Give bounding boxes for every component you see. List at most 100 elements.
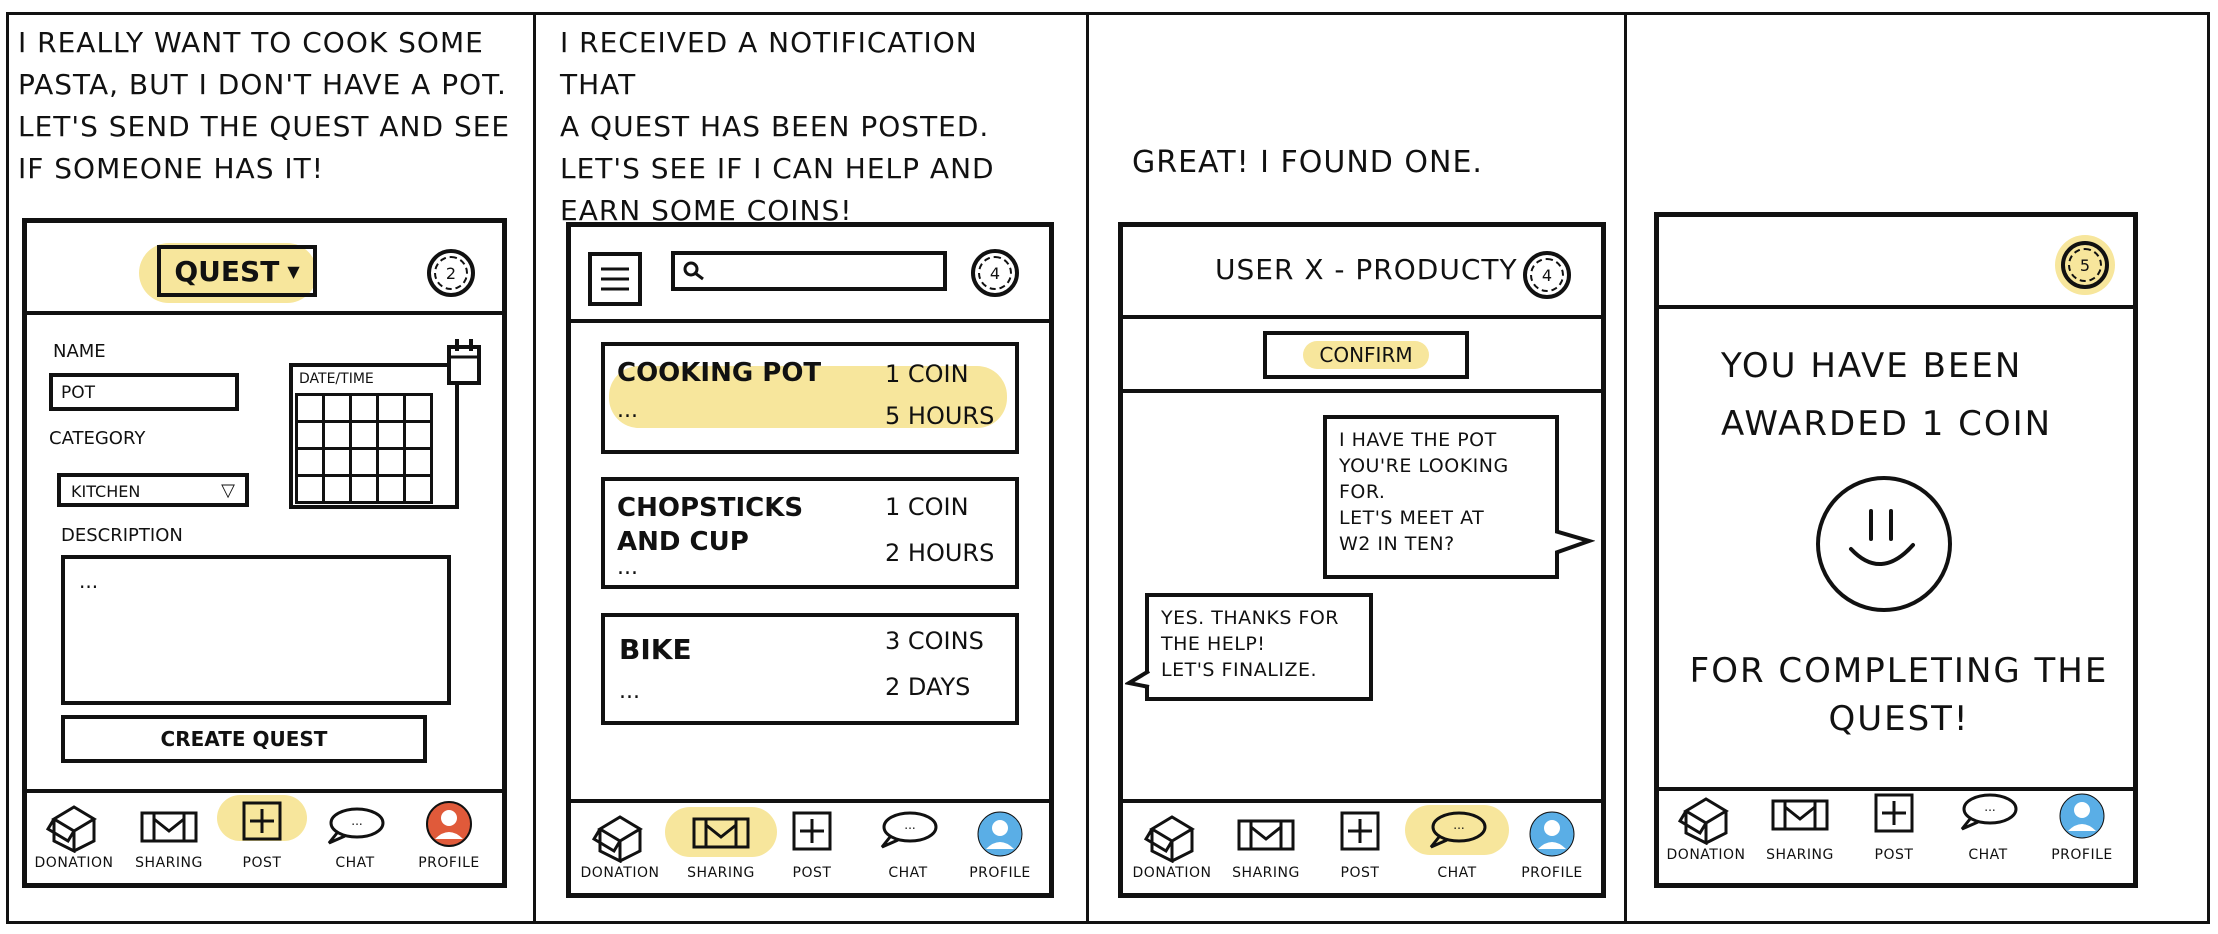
chat-bubble-icon: ... (1429, 811, 1487, 849)
nav-post-label: POST (242, 855, 282, 871)
svg-text:...: ... (351, 814, 362, 828)
share-bench-icon (140, 811, 198, 843)
quest-type-dropdown[interactable]: QUEST ▼ (157, 245, 317, 297)
bottom-nav: DONATION SHARING POST ... CHAT PROFILE (571, 803, 1049, 893)
nav-profile[interactable]: PROFILE (2037, 785, 2127, 881)
nav-sharing-label: SHARING (1766, 847, 1834, 863)
nav-profile[interactable]: PROFILE (955, 803, 1045, 899)
message-outgoing: I have the pot you're looking for. Let's… (1323, 415, 1559, 579)
nav-donation[interactable]: DONATION (1127, 803, 1217, 899)
bubble-tail (1125, 669, 1151, 689)
award-message-quest: FOR COMPLETING THE QUEST! (1689, 651, 2109, 739)
nav-post[interactable]: POST (1849, 785, 1939, 881)
nav-post[interactable]: POST (767, 803, 857, 899)
nav-donation[interactable]: DONATION (575, 803, 665, 899)
search-input[interactable] (671, 251, 947, 291)
date-time-label: DATE/TIME (299, 371, 374, 387)
phone-quest-list: 4 COOKING POT 1 COIN ... 5 HOURS CHOPSTI… (566, 222, 1054, 898)
nav-profile[interactable]: PROFILE (404, 793, 494, 889)
calendar-icon[interactable] (445, 335, 485, 393)
header-divider (1659, 305, 2133, 309)
coin-icon: 2 (434, 256, 468, 290)
quest-reward: 1 COIN (885, 493, 969, 521)
nav-sharing-label: SHARING (687, 865, 755, 881)
plus-square-icon (792, 811, 832, 851)
quest-card[interactable]: COOKING POT 1 COIN ... 5 HOURS (601, 342, 1019, 454)
quest-reward: 3 COINS (885, 627, 984, 655)
nav-profile-label: PROFILE (2051, 847, 2113, 863)
nav-chat[interactable]: ... CHAT (863, 803, 953, 899)
plus-square-icon (242, 801, 282, 841)
nav-sharing-label: SHARING (135, 855, 203, 871)
plus-square-icon (1340, 811, 1380, 851)
nav-donation[interactable]: DONATION (1661, 785, 1751, 881)
coin-count: 2 (445, 263, 457, 283)
category-label: CATEGORY (49, 428, 146, 449)
nav-chat[interactable]: ... CHAT (1943, 785, 2033, 881)
nav-profile[interactable]: PROFILE (1507, 803, 1597, 899)
nav-sharing[interactable]: SHARING (1755, 785, 1845, 881)
box-icon (1143, 815, 1195, 863)
header-divider (27, 311, 502, 315)
nav-sharing[interactable]: SHARING (124, 793, 214, 889)
nav-profile-label: PROFILE (418, 855, 480, 871)
box-icon (1677, 797, 1729, 845)
date-time-picker[interactable]: DATE/TIME (289, 363, 459, 509)
caret-down-icon: ▼ (287, 261, 300, 281)
name-field-value: POT (61, 383, 96, 403)
description-field[interactable]: ... (61, 555, 451, 705)
nav-donation-label: DONATION (1132, 865, 1212, 881)
chat-bubble-icon: ... (880, 811, 938, 849)
nav-sharing[interactable]: SHARING (1221, 803, 1311, 899)
quest-card[interactable]: BIKE 3 COINS ... 2 DAYS (601, 613, 1019, 725)
chat-bubble-icon: ... (1960, 793, 2018, 831)
coin-counter: 4 (1523, 251, 1571, 299)
share-bench-icon (692, 817, 750, 849)
nav-chat-label: CHAT (888, 865, 928, 881)
panel-divider (533, 12, 536, 924)
nav-sharing[interactable]: SHARING (665, 803, 777, 899)
chat-title: USER X - PRODUCTY (1215, 253, 1518, 286)
phone-quest-form: QUEST ▼ 2 NAME POT CATEGORY KITCHEN ▽ DE… (22, 218, 507, 888)
coin-icon: 4 (1530, 258, 1564, 292)
phone-chat: USER X - PRODUCTY 4 CONFIRM I have the p… (1118, 222, 1606, 898)
nav-donation-label: DONATION (1666, 847, 1746, 863)
quest-title: COOKING POT (617, 358, 822, 388)
coin-count: 4 (1541, 265, 1553, 285)
nav-profile-label: PROFILE (1521, 865, 1583, 881)
nav-chat[interactable]: ... CHAT (1405, 803, 1509, 899)
box-icon (591, 815, 643, 863)
name-field[interactable]: POT (49, 373, 239, 411)
quest-more: ... (617, 398, 638, 423)
coin-count: 4 (989, 263, 1001, 283)
nav-chat[interactable]: ... CHAT (310, 793, 400, 889)
bubble-tail (1555, 529, 1595, 555)
nav-donation[interactable]: DONATION (29, 793, 119, 889)
quest-more: ... (617, 555, 638, 580)
quest-time: 2 HOURS (885, 539, 995, 567)
confirm-button[interactable]: CONFIRM (1263, 331, 1469, 379)
create-quest-button[interactable]: CREATE QUEST (61, 715, 427, 763)
message-incoming: Yes. Thanks for the help! Let's finalize… (1145, 593, 1373, 701)
confirm-divider (1123, 389, 1601, 393)
header-divider (571, 319, 1049, 323)
coin-icon: 5 (2068, 248, 2102, 282)
menu-icon[interactable] (587, 251, 643, 311)
panel-divider (1086, 12, 1089, 924)
coin-counter: 4 (971, 249, 1019, 297)
category-select[interactable]: KITCHEN ▽ (57, 473, 249, 507)
quest-card[interactable]: CHOPSTICKS AND CUP 1 COIN ... 2 HOURS (601, 477, 1019, 589)
plus-square-icon (1874, 793, 1914, 833)
nav-post[interactable]: POST (217, 793, 307, 889)
svg-text:...: ... (1453, 818, 1464, 832)
description-label: DESCRIPTION (61, 525, 183, 546)
nav-donation-label: DONATION (580, 865, 660, 881)
quest-type-label: QUEST (174, 254, 280, 288)
nav-chat-label: CHAT (1437, 865, 1477, 881)
profile-avatar-icon (2059, 793, 2105, 839)
nav-donation-label: DONATION (34, 855, 114, 871)
smiley-face-icon (1816, 476, 1952, 612)
nav-post[interactable]: POST (1315, 803, 1405, 899)
nav-chat-label: CHAT (335, 855, 375, 871)
panel3-caption: Great! I found one. (1132, 145, 1483, 180)
